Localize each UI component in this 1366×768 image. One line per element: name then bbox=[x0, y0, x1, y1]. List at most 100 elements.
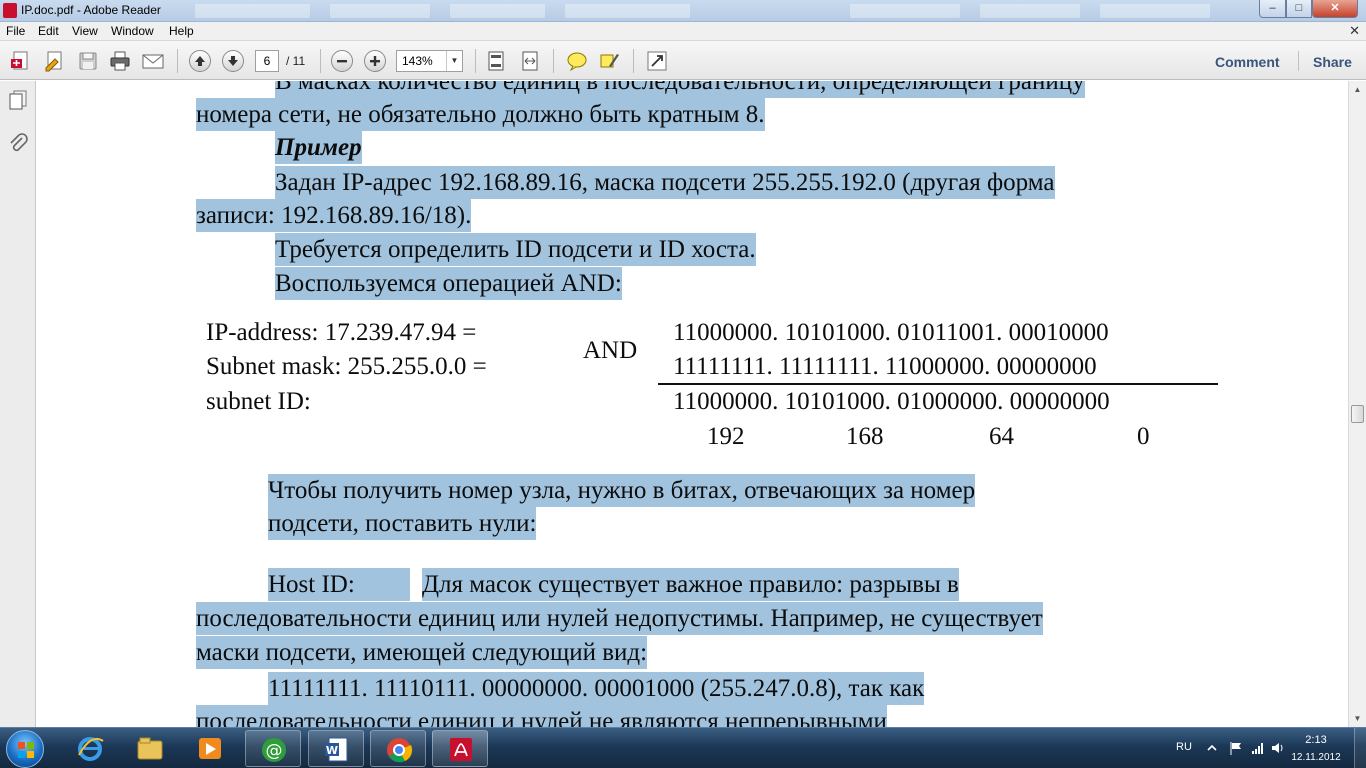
folder-icon bbox=[136, 735, 164, 762]
decimal-octet: 168 bbox=[846, 423, 884, 450]
scroll-thumb[interactable] bbox=[1351, 405, 1364, 423]
page-number-input[interactable]: 6 bbox=[255, 50, 279, 72]
text-line: маски подсети, имеющей следующий вид: bbox=[196, 636, 648, 669]
text-line: последовательности единиц или нулей недо… bbox=[196, 602, 1043, 635]
background-window-tab bbox=[195, 4, 310, 18]
word-icon: W bbox=[323, 736, 351, 763]
edit-document-icon[interactable] bbox=[42, 49, 66, 73]
media-player-icon bbox=[196, 735, 224, 762]
page-thumbnails-icon[interactable] bbox=[8, 89, 28, 111]
and-row-label: subnet ID: bbox=[206, 388, 311, 415]
expand-icon[interactable] bbox=[645, 49, 669, 73]
volume-icon[interactable] bbox=[1271, 741, 1285, 755]
toolbar-separator bbox=[633, 49, 634, 73]
text-line: В масках количество единиц в последовате… bbox=[275, 81, 1085, 98]
taskbar: @ W RU 2:13 12.11.2012 bbox=[0, 727, 1366, 768]
text-line: подсети, поставить нули: bbox=[268, 507, 537, 540]
network-icon[interactable] bbox=[1251, 741, 1265, 755]
adobe-reader-icon bbox=[447, 736, 475, 763]
internet-explorer-icon bbox=[76, 735, 104, 762]
decimal-octet: 64 bbox=[989, 423, 1014, 450]
menu-file[interactable]: File bbox=[6, 24, 25, 38]
scroll-down-icon[interactable]: ▼ bbox=[1349, 710, 1366, 727]
action-center-flag-icon[interactable] bbox=[1229, 741, 1243, 755]
scroll-up-icon[interactable]: ▲ bbox=[1349, 81, 1366, 98]
mail-agent-icon: @ bbox=[260, 736, 288, 763]
title-bar: IP.doc.pdf - Adobe Reader – □ ✕ bbox=[0, 0, 1366, 22]
chrome-icon bbox=[385, 736, 413, 763]
taskbar-explorer[interactable] bbox=[122, 730, 178, 767]
zoom-out-icon[interactable] bbox=[330, 49, 354, 73]
print-icon[interactable] bbox=[108, 49, 132, 73]
previous-page-icon[interactable] bbox=[188, 49, 212, 73]
toolbar-separator bbox=[177, 49, 178, 73]
fit-width-icon[interactable] bbox=[518, 49, 542, 73]
taskbar-chrome[interactable] bbox=[370, 730, 426, 767]
zoom-value: 143% bbox=[402, 54, 433, 68]
text-line: номера сети, не обязательно должно быть … bbox=[196, 98, 765, 131]
zoom-select[interactable]: 143% ▼ bbox=[396, 50, 463, 72]
comment-pane-button[interactable]: Comment bbox=[1215, 54, 1280, 70]
save-icon[interactable] bbox=[76, 49, 100, 73]
navigation-pane bbox=[0, 81, 36, 727]
text-line: Воспользуемся операцией AND: bbox=[275, 267, 622, 300]
fit-page-icon[interactable] bbox=[484, 49, 508, 73]
background-window-tab bbox=[565, 4, 690, 18]
host-id-label: Host ID: bbox=[268, 568, 410, 601]
minimize-button[interactable]: – bbox=[1259, 0, 1286, 18]
attachments-icon[interactable] bbox=[8, 133, 28, 155]
taskbar-word[interactable]: W bbox=[308, 730, 364, 767]
result-rule bbox=[658, 383, 1218, 385]
text-line: последовательности единиц и нулей не явл… bbox=[196, 705, 887, 727]
sticky-note-icon[interactable] bbox=[565, 49, 589, 73]
taskbar-mail-agent[interactable]: @ bbox=[245, 730, 301, 767]
clock-date[interactable]: 12.11.2012 bbox=[1285, 752, 1347, 763]
menu-bar: File Edit View Window Help ✕ bbox=[0, 22, 1366, 41]
adobe-reader-icon bbox=[3, 3, 17, 18]
text-line: Задан IP-адрес 192.168.89.16, маска подс… bbox=[275, 166, 1055, 199]
toolbar-separator bbox=[475, 49, 476, 73]
create-pdf-icon[interactable] bbox=[9, 49, 33, 73]
vertical-scrollbar[interactable]: ▲ ▼ bbox=[1348, 81, 1366, 727]
clock-time[interactable]: 2:13 bbox=[1296, 734, 1336, 746]
background-window-tab bbox=[850, 4, 960, 18]
background-window-tab bbox=[330, 4, 430, 18]
svg-text:@: @ bbox=[266, 741, 283, 761]
page-count: / 11 bbox=[286, 54, 306, 68]
text-line: Для масок существует важное правило: раз… bbox=[422, 568, 959, 601]
and-operator: AND bbox=[583, 337, 638, 364]
text-line: записи: 192.168.89.16/18). bbox=[196, 199, 472, 232]
show-hidden-icons-icon[interactable] bbox=[1205, 741, 1219, 755]
menu-view[interactable]: View bbox=[72, 24, 98, 38]
close-button[interactable]: ✕ bbox=[1312, 0, 1358, 18]
share-pane-button[interactable]: Share bbox=[1313, 54, 1352, 70]
binary-value: 11000000. 10101000. 01011001. 00010000 bbox=[673, 319, 1109, 346]
toolbar: 6 / 11 143% ▼ Comment Share bbox=[0, 41, 1366, 80]
background-window-tab bbox=[450, 4, 545, 18]
menu-edit[interactable]: Edit bbox=[38, 24, 59, 38]
email-icon[interactable] bbox=[141, 49, 165, 73]
svg-text:W: W bbox=[326, 744, 338, 757]
toolbar-separator bbox=[320, 49, 321, 73]
text-line: 11111111. 11110111. 00000000. 00001000 (… bbox=[268, 672, 925, 705]
menu-help[interactable]: Help bbox=[169, 24, 194, 38]
language-indicator[interactable]: RU bbox=[1176, 741, 1192, 753]
text-line: Чтобы получить номер узла, нужно в битах… bbox=[268, 474, 976, 507]
maximize-button[interactable]: □ bbox=[1286, 0, 1312, 18]
zoom-in-icon[interactable] bbox=[363, 49, 387, 73]
and-row-label: IP-address: 17.239.47.94 = bbox=[206, 319, 477, 346]
next-page-icon[interactable] bbox=[221, 49, 245, 73]
chevron-down-icon[interactable]: ▼ bbox=[446, 51, 462, 71]
show-desktop-button[interactable] bbox=[1354, 728, 1366, 768]
decimal-octet: 192 bbox=[707, 423, 745, 450]
taskbar-media-player[interactable] bbox=[182, 730, 238, 767]
taskbar-internet-explorer[interactable] bbox=[62, 730, 118, 767]
taskbar-adobe-reader[interactable] bbox=[432, 730, 488, 767]
background-window-tab bbox=[980, 4, 1080, 18]
start-button[interactable] bbox=[6, 730, 44, 768]
highlight-text-icon[interactable] bbox=[598, 49, 622, 73]
menu-window[interactable]: Window bbox=[111, 24, 154, 38]
document-view: В масках количество единиц в последовате… bbox=[37, 81, 1348, 727]
close-document-icon[interactable]: ✕ bbox=[1349, 23, 1360, 39]
and-row-label: Subnet mask: 255.255.0.0 = bbox=[206, 353, 487, 380]
